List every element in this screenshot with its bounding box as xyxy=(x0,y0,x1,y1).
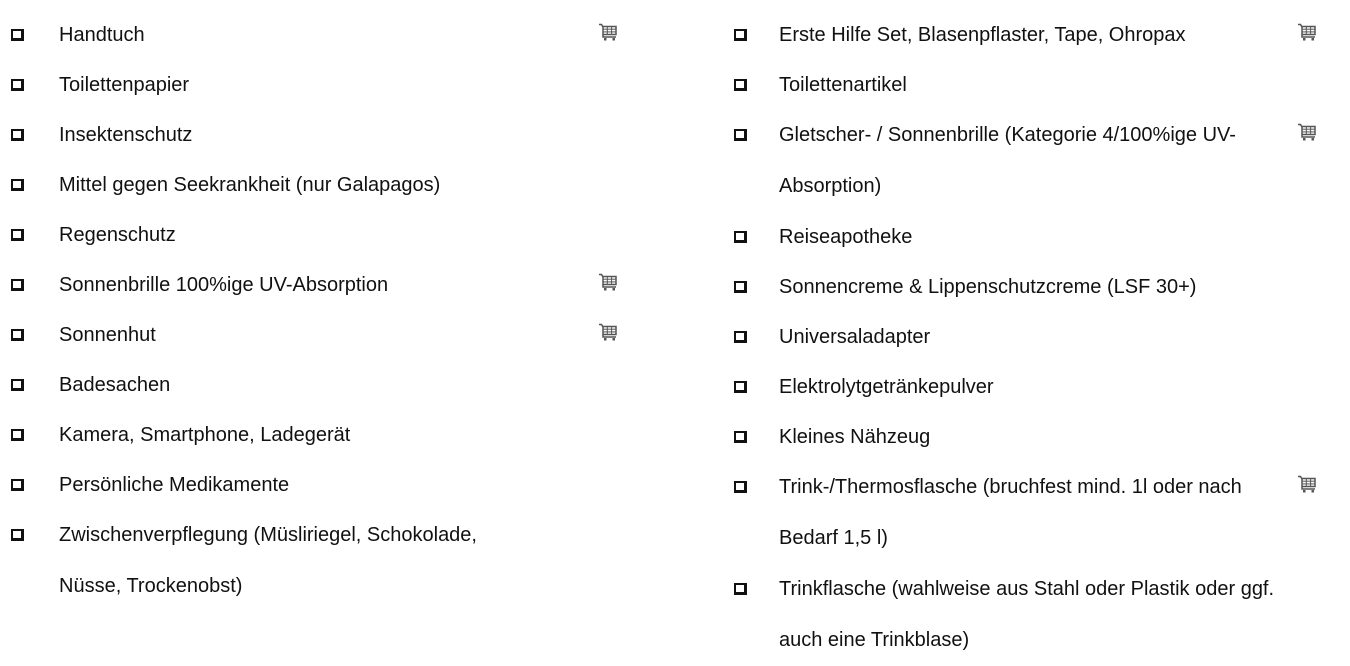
list-item: Zwischenverpflegung (Müsliriegel, Schoko… xyxy=(0,510,660,612)
list-item: Sonnenbrille 100%ige UV-Absorption xyxy=(0,260,660,310)
checkbox-icon[interactable] xyxy=(11,279,24,291)
item-label: Insektenschutz xyxy=(59,124,193,146)
list-item: Regenschutz xyxy=(0,210,660,260)
checkbox-icon[interactable] xyxy=(734,129,747,141)
shopping-cart-icon xyxy=(598,323,618,341)
list-item: Toilettenartikel xyxy=(722,60,1350,110)
list-item: Mittel gegen Seekrankheit (nur Galapagos… xyxy=(0,160,660,210)
list-item: Persönliche Medikamente xyxy=(0,460,660,510)
item-label: Kleines Nähzeug xyxy=(779,426,931,448)
list-item: Toilettenpapier xyxy=(0,60,660,110)
item-label: Sonnenhut xyxy=(59,324,156,346)
item-label: Elektrolytgetränkepulver xyxy=(779,376,994,398)
checkbox-icon[interactable] xyxy=(734,281,747,293)
item-label: Persönliche Medikamente xyxy=(59,474,290,496)
item-label: Sonnencreme & Lippenschutzcreme (LSF 30+… xyxy=(779,276,1197,298)
shopping-cart-icon xyxy=(598,273,618,291)
checkbox-icon[interactable] xyxy=(11,79,24,91)
checkbox-icon[interactable] xyxy=(11,129,24,141)
checkbox-icon[interactable] xyxy=(11,179,24,191)
item-label: Regenschutz xyxy=(59,224,176,246)
checkbox-icon[interactable] xyxy=(734,79,747,91)
checkbox-icon[interactable] xyxy=(734,231,747,243)
checkbox-icon[interactable] xyxy=(11,529,24,541)
list-item: Erste Hilfe Set, Blasenpflaster, Tape, O… xyxy=(722,10,1350,60)
shopping-cart-icon xyxy=(1297,475,1317,493)
checkbox-icon[interactable] xyxy=(734,583,747,595)
checkbox-icon[interactable] xyxy=(11,479,24,491)
item-label: Mittel gegen Seekrankheit (nur Galapagos… xyxy=(59,174,441,196)
checkbox-icon[interactable] xyxy=(11,29,24,41)
item-label: Kamera, Smartphone, Ladegerät xyxy=(59,424,351,446)
checkbox-icon[interactable] xyxy=(11,229,24,241)
list-item: Sonnencreme & Lippenschutzcreme (LSF 30+… xyxy=(722,262,1350,312)
list-item: Universaladapter xyxy=(722,312,1350,362)
checkbox-icon[interactable] xyxy=(734,331,747,343)
item-label: Gletscher- / Sonnenbrille (Kategorie 4/1… xyxy=(779,124,1236,197)
item-label: Trink-/Thermosflasche (bruchfest mind. 1… xyxy=(779,476,1242,549)
list-item: Kleines Nähzeug xyxy=(722,412,1350,462)
list-item: Trinkflasche (wahlweise aus Stahl oder P… xyxy=(722,564,1350,666)
list-item: Elektrolytgetränkepulver xyxy=(722,362,1350,412)
list-item: Sonnenhut xyxy=(0,310,660,360)
checkbox-icon[interactable] xyxy=(11,429,24,441)
list-item: Gletscher- / Sonnenbrille (Kategorie 4/1… xyxy=(722,110,1350,212)
list-item: Reiseapotheke xyxy=(722,212,1350,262)
shopping-cart-icon xyxy=(598,23,618,41)
list-item: Insektenschutz xyxy=(0,110,660,160)
item-label: Universaladapter xyxy=(779,326,931,348)
item-label: Handtuch xyxy=(59,24,145,46)
checkbox-icon[interactable] xyxy=(11,329,24,341)
checkbox-icon[interactable] xyxy=(734,481,747,493)
shopping-cart-icon xyxy=(1297,123,1317,141)
list-item: Handtuch xyxy=(0,10,660,60)
list-item: Badesachen xyxy=(0,360,660,410)
packing-list-right: Erste Hilfe Set, Blasenpflaster, Tape, O… xyxy=(722,10,1350,666)
item-label: Sonnenbrille 100%ige UV-Absorption xyxy=(59,274,389,296)
list-item: Trink-/Thermosflasche (bruchfest mind. 1… xyxy=(722,462,1350,564)
item-label: Erste Hilfe Set, Blasenpflaster, Tape, O… xyxy=(779,24,1186,46)
item-label: Badesachen xyxy=(59,374,171,396)
checkbox-icon[interactable] xyxy=(734,431,747,443)
checkbox-icon[interactable] xyxy=(734,29,747,41)
item-label: Trinkflasche (wahlweise aus Stahl oder P… xyxy=(779,578,1275,651)
item-label: Zwischenverpflegung (Müsliriegel, Schoko… xyxy=(59,524,477,597)
item-label: Reiseapotheke xyxy=(779,226,913,248)
shopping-cart-icon xyxy=(1297,23,1317,41)
checkbox-icon[interactable] xyxy=(734,381,747,393)
packing-list-left: Handtuch Toilettenpapier Insektenschutz … xyxy=(0,10,660,612)
item-label: Toilettenartikel xyxy=(779,74,907,96)
checkbox-icon[interactable] xyxy=(11,379,24,391)
item-label: Toilettenpapier xyxy=(59,74,190,96)
list-item: Kamera, Smartphone, Ladegerät xyxy=(0,410,660,460)
